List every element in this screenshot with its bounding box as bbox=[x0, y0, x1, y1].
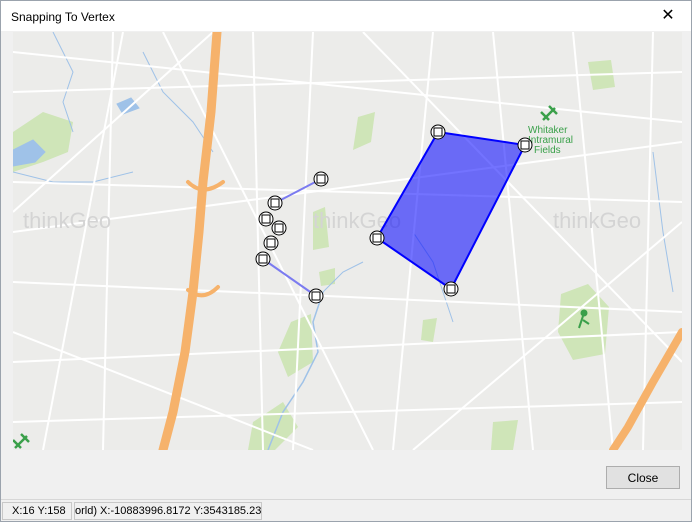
status-bar: X:16 Y:158 orld) X:-10883996.8172 Y:3543… bbox=[1, 499, 691, 521]
vertex-handle[interactable] bbox=[313, 171, 329, 187]
vertex-handle[interactable] bbox=[443, 281, 459, 297]
vertex-handle[interactable] bbox=[263, 235, 279, 251]
watermark-text-1: thinkGeo bbox=[23, 208, 111, 233]
world-coordinates: orld) X:-10883996.8172 Y:3543185.23 bbox=[74, 502, 262, 520]
vertex-handle[interactable] bbox=[258, 211, 274, 227]
vertex-handle[interactable] bbox=[271, 220, 287, 236]
title-bar: Snapping To Vertex ✕ bbox=[1, 1, 691, 31]
map-background bbox=[13, 32, 682, 450]
vertex-handle[interactable] bbox=[267, 195, 283, 211]
vertex-handle[interactable] bbox=[369, 230, 385, 246]
vertex-handle[interactable] bbox=[308, 288, 324, 304]
vertex-handle[interactable] bbox=[255, 251, 271, 267]
watermark-text-3: thinkGeo bbox=[553, 208, 641, 233]
dialog-window: Snapping To Vertex ✕ thinkGeo thinkGeo t… bbox=[0, 0, 692, 522]
map-view[interactable]: thinkGeo thinkGeo thinkGeo Whitaker Intr… bbox=[13, 32, 682, 450]
vertex-handle[interactable] bbox=[430, 124, 446, 140]
vertex-handle[interactable] bbox=[517, 137, 533, 153]
screen-coordinates: X:16 Y:158 bbox=[2, 502, 72, 520]
window-close-icon[interactable]: ✕ bbox=[645, 1, 691, 31]
poi-label-line-3: Fields bbox=[534, 145, 561, 156]
close-button[interactable]: Close bbox=[606, 466, 680, 489]
window-title: Snapping To Vertex bbox=[11, 10, 115, 24]
